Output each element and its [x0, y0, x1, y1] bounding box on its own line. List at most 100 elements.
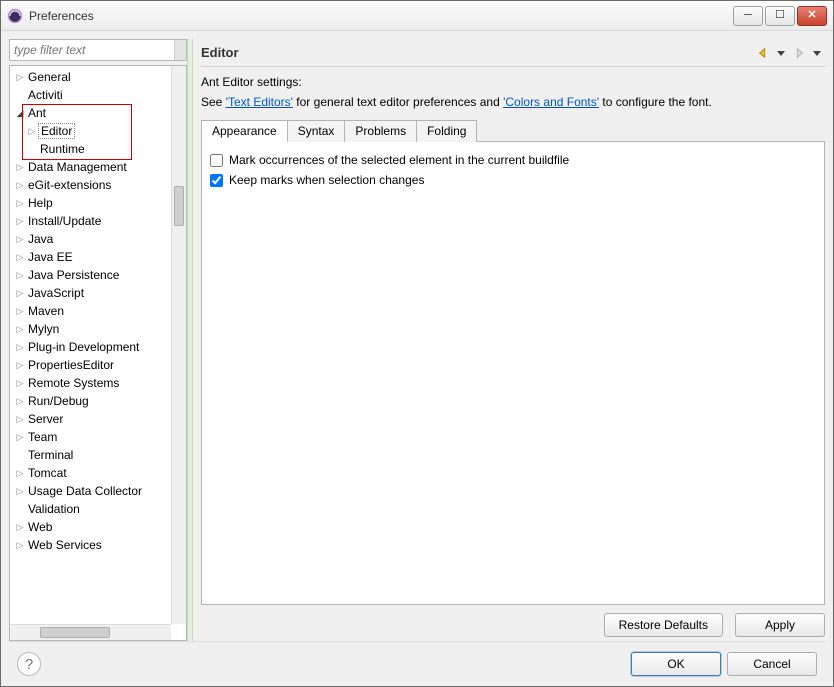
expand-icon[interactable]: ▷	[14, 396, 26, 407]
tree-item-label: Server	[26, 412, 65, 426]
tree-item-label: eGit-extensions	[26, 178, 113, 192]
tree-item[interactable]: ▷Usage Data Collector	[10, 482, 171, 500]
tree-item[interactable]: ▷Team	[10, 428, 171, 446]
expand-icon[interactable]: ▷	[14, 324, 26, 335]
sidebar: ▷GeneralActiviti◢Ant▷EditorRuntime▷Data …	[9, 39, 187, 641]
nav-forward-menu-icon[interactable]	[809, 45, 825, 61]
nav-back-menu-icon[interactable]	[773, 45, 789, 61]
expand-icon[interactable]: ▷	[26, 126, 38, 137]
tree-item[interactable]: ▷Run/Debug	[10, 392, 171, 410]
tree-item-label: Tomcat	[26, 466, 69, 480]
help-icon[interactable]: ?	[17, 652, 41, 676]
expand-icon[interactable]: ▷	[14, 486, 26, 497]
close-button[interactable]: ✕	[797, 6, 827, 26]
tree-item-label: Mylyn	[26, 322, 61, 336]
tree-item[interactable]: ▷eGit-extensions	[10, 176, 171, 194]
checkbox[interactable]	[210, 154, 223, 167]
desc-prefix: See	[201, 95, 226, 109]
app-icon	[7, 8, 23, 24]
restore-defaults-button[interactable]: Restore Defaults	[604, 613, 723, 637]
tree-item[interactable]: ▷Java EE	[10, 248, 171, 266]
tab-folding[interactable]: Folding	[416, 120, 477, 142]
tree-item[interactable]: ▷Web	[10, 518, 171, 536]
ok-button[interactable]: OK	[631, 652, 721, 676]
tree-item[interactable]: ▷Remote Systems	[10, 374, 171, 392]
expand-icon[interactable]: ▷	[14, 72, 26, 83]
expand-icon[interactable]: ▷	[14, 252, 26, 263]
tree-item[interactable]: ▷Help	[10, 194, 171, 212]
tree-item[interactable]: ▷Server	[10, 410, 171, 428]
tab-syntax[interactable]: Syntax	[287, 120, 346, 142]
tree-item-label: Plug-in Development	[26, 340, 141, 354]
tree-item[interactable]: ▷Mylyn	[10, 320, 171, 338]
nav-back-icon[interactable]	[755, 45, 771, 61]
collapse-icon[interactable]: ◢	[14, 108, 26, 119]
tree-scrollbar-horizontal[interactable]	[10, 624, 171, 640]
tree-item[interactable]: ▷Maven	[10, 302, 171, 320]
tree-item[interactable]: ▷PropertiesEditor	[10, 356, 171, 374]
minimize-button[interactable]: ─	[733, 6, 763, 26]
checkbox-label: Keep marks when selection changes	[229, 173, 424, 187]
colors-fonts-link[interactable]: 'Colors and Fonts'	[503, 95, 599, 109]
expand-icon[interactable]: ▷	[14, 342, 26, 353]
preferences-tree[interactable]: ▷GeneralActiviti◢Ant▷EditorRuntime▷Data …	[10, 66, 171, 624]
apply-button[interactable]: Apply	[735, 613, 825, 637]
tree-item[interactable]: ▷Plug-in Development	[10, 338, 171, 356]
expand-icon[interactable]: ▷	[14, 198, 26, 209]
tree-item-label: Data Management	[26, 160, 129, 174]
expand-icon[interactable]: ▷	[14, 360, 26, 371]
expand-icon[interactable]: ▷	[14, 522, 26, 533]
expand-icon[interactable]: ▷	[14, 378, 26, 389]
filter-input[interactable]	[10, 40, 172, 60]
main-area: ▷GeneralActiviti◢Ant▷EditorRuntime▷Data …	[9, 39, 825, 641]
expand-icon[interactable]: ▷	[14, 306, 26, 317]
tree-item[interactable]: ◢Ant	[10, 104, 171, 122]
tree-item-label: Activiti	[26, 88, 65, 102]
tree-item[interactable]: Activiti	[10, 86, 171, 104]
expand-icon[interactable]: ▷	[14, 414, 26, 425]
panel-buttons: Restore Defaults Apply	[201, 605, 825, 641]
tree-item-label: Web Services	[26, 538, 104, 552]
desc-suffix: to configure the font.	[599, 95, 712, 109]
tree-item[interactable]: ▷Install/Update	[10, 212, 171, 230]
tree-scrollbar-vertical[interactable]	[171, 66, 186, 624]
expand-icon[interactable]: ▷	[14, 234, 26, 245]
expand-icon[interactable]: ▷	[14, 216, 26, 227]
tree-item-label: Runtime	[38, 142, 87, 156]
tree-item[interactable]: Validation	[10, 500, 171, 518]
tree-item[interactable]: ▷Java Persistence	[10, 266, 171, 284]
tree-item[interactable]: ▷Java	[10, 230, 171, 248]
checkbox-label: Mark occurrences of the selected element…	[229, 153, 569, 167]
tree-item[interactable]: ▷Data Management	[10, 158, 171, 176]
tab-appearance[interactable]: Appearance	[201, 120, 288, 142]
description-line1: Ant Editor settings:	[201, 75, 825, 89]
expand-icon[interactable]: ▷	[14, 270, 26, 281]
expand-icon[interactable]: ▷	[14, 162, 26, 173]
expand-icon[interactable]: ▷	[14, 432, 26, 443]
maximize-button[interactable]: ☐	[765, 6, 795, 26]
tree-item[interactable]: Runtime	[10, 140, 171, 158]
tab-problems[interactable]: Problems	[344, 120, 417, 142]
tree-item[interactable]: ▷Tomcat	[10, 464, 171, 482]
filter-clear-icon[interactable]	[174, 40, 186, 60]
description-line2: See 'Text Editors' for general text edit…	[201, 95, 825, 109]
dialog-footer: ? OK Cancel	[9, 641, 825, 686]
preferences-tree-wrap: ▷GeneralActiviti◢Ant▷EditorRuntime▷Data …	[9, 65, 187, 641]
expand-icon[interactable]: ▷	[14, 288, 26, 299]
expand-icon[interactable]: ▷	[14, 468, 26, 479]
tree-item[interactable]: ▷Editor	[10, 122, 171, 140]
nav-icons	[755, 45, 825, 61]
expand-icon[interactable]: ▷	[14, 180, 26, 191]
cancel-button[interactable]: Cancel	[727, 652, 817, 676]
tree-item[interactable]: ▷JavaScript	[10, 284, 171, 302]
tree-item-label: Maven	[26, 304, 66, 318]
tree-item[interactable]: ▷General	[10, 68, 171, 86]
tree-item-label: Remote Systems	[26, 376, 121, 390]
nav-forward-icon[interactable]	[791, 45, 807, 61]
tree-item-label: Editor	[38, 123, 75, 139]
checkbox[interactable]	[210, 174, 223, 187]
tree-item[interactable]: ▷Web Services	[10, 536, 171, 554]
tree-item[interactable]: Terminal	[10, 446, 171, 464]
text-editors-link[interactable]: 'Text Editors'	[226, 95, 293, 109]
expand-icon[interactable]: ▷	[14, 540, 26, 551]
